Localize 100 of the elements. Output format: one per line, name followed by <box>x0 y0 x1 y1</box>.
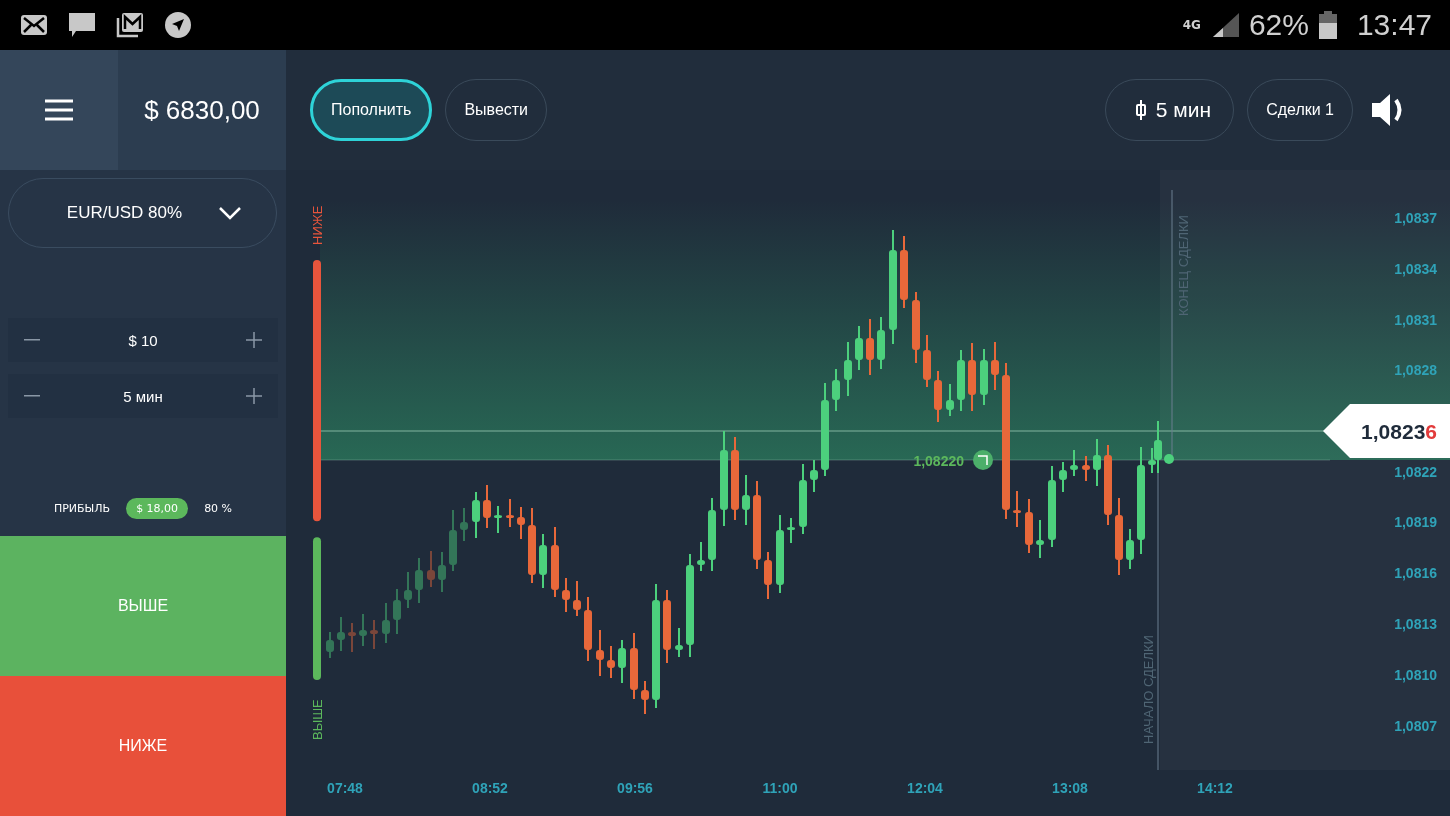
candlestick <box>370 619 378 650</box>
candlestick <box>1025 498 1033 554</box>
price-axis-label: 1,0828 <box>1394 362 1437 378</box>
candlestick <box>1036 519 1044 559</box>
account-balance: $ 6830,00 <box>144 94 260 126</box>
minus-icon[interactable] <box>24 395 40 397</box>
candlestick <box>596 629 604 677</box>
candlestick <box>1093 438 1101 487</box>
candlestick <box>1013 490 1021 528</box>
mail-icon <box>116 12 144 38</box>
candlestick <box>539 533 547 589</box>
price-axis-label: 1,0822 <box>1394 464 1437 480</box>
time-axis-label: 14:12 <box>1197 780 1233 796</box>
battery-icon <box>1318 11 1337 39</box>
chat-icon <box>68 12 96 38</box>
navigation-icon <box>164 11 192 39</box>
price-axis-label: 1,0816 <box>1394 565 1437 581</box>
candlestick <box>359 613 367 647</box>
price-axis-label: 1,0831 <box>1394 312 1437 328</box>
candlestick <box>337 616 345 652</box>
candlestick <box>1082 455 1090 482</box>
time-axis-label: 12:04 <box>907 780 943 796</box>
candlestick <box>326 631 334 659</box>
candlestick <box>764 551 772 600</box>
candlestick <box>607 645 615 679</box>
candlestick <box>968 342 976 412</box>
candlestick <box>472 491 480 539</box>
candlestick <box>855 325 863 371</box>
time-axis-label: 07:48 <box>327 780 363 796</box>
candlestick <box>675 627 683 658</box>
candle-icon <box>1135 100 1146 120</box>
envelope-icon <box>20 14 48 36</box>
profit-amount-badge: $ 18,00 <box>126 497 189 519</box>
plus-icon[interactable] <box>246 332 262 348</box>
stepper-field[interactable]: $ 10 <box>8 318 278 362</box>
menu-button[interactable] <box>0 50 118 170</box>
clock-time: 13:47 <box>1356 8 1432 42</box>
candlestick <box>877 316 885 370</box>
menu-icon <box>44 99 74 121</box>
deposit-button[interactable]: Пополнить <box>310 79 433 141</box>
candlestick <box>810 459 818 493</box>
candlestick <box>957 349 965 412</box>
candlestick <box>415 557 423 604</box>
candlestick <box>630 632 638 700</box>
candlestick <box>348 622 356 653</box>
candlestick <box>573 580 581 617</box>
candlestick <box>551 526 559 598</box>
time-axis-label: 08:52 <box>472 780 508 796</box>
candlestick <box>483 484 491 529</box>
stepper-field[interactable]: 5 мин <box>8 374 278 418</box>
candlestick <box>584 596 592 662</box>
candlestick <box>923 334 931 388</box>
candlestick <box>494 505 502 534</box>
candlestick <box>382 602 390 644</box>
profit-percent: 80 % <box>204 501 233 515</box>
candlestick <box>844 341 852 397</box>
profit-label: ПРИБЫЛЬ <box>53 501 111 515</box>
entry-marker-icon <box>973 450 993 470</box>
higher-label: ВЫШЕ <box>310 699 325 740</box>
candlestick <box>866 318 874 376</box>
current-price: 1,08236 <box>1361 420 1437 443</box>
candlestick <box>438 551 446 593</box>
network-type: 4G <box>1182 18 1201 32</box>
candlestick <box>506 498 514 528</box>
price-axis-label: 1,0837 <box>1394 210 1437 226</box>
price-axis-label: 1,0813 <box>1394 616 1437 632</box>
candlestick <box>1126 528 1134 570</box>
lower-label: НИЖЕ <box>310 205 325 245</box>
candlestick <box>787 517 795 544</box>
trade-start-label: НАЧАЛО СДЕЛКИ <box>1141 635 1156 744</box>
candlestick <box>404 571 412 609</box>
candlestick <box>1070 449 1078 477</box>
candlestick <box>697 541 705 572</box>
candlestick <box>393 588 401 635</box>
lower-button[interactable]: НИЖЕ <box>0 676 286 816</box>
candlestick <box>1059 461 1067 493</box>
candlestick <box>799 463 807 535</box>
candlestick <box>832 368 840 412</box>
time-axis-label: 09:56 <box>617 780 653 796</box>
battery-percent: 62% <box>1248 8 1309 42</box>
minus-icon[interactable] <box>24 339 40 341</box>
candlestick <box>980 348 988 406</box>
candlestick <box>934 370 942 423</box>
time-axis-label: 13:08 <box>1052 780 1088 796</box>
candlestick <box>742 474 750 526</box>
candlestick <box>946 383 954 417</box>
time-axis-label: 11:00 <box>762 780 798 796</box>
price-axis-label: 1,0834 <box>1394 261 1437 277</box>
chevron-down-icon <box>218 206 243 220</box>
candlestick <box>449 509 457 572</box>
current-point-icon <box>1164 454 1174 464</box>
price-axis-label: 1,0819 <box>1394 514 1437 530</box>
price-axis-label: 1,0810 <box>1394 667 1437 683</box>
plus-icon[interactable] <box>246 388 262 404</box>
candlestick <box>460 507 468 542</box>
candlestick <box>618 639 626 684</box>
entry-price-label: 1,08220 <box>913 453 964 469</box>
candlestick <box>427 550 435 588</box>
price-axis-label: 1,0807 <box>1394 718 1437 734</box>
candlestick <box>641 680 649 715</box>
